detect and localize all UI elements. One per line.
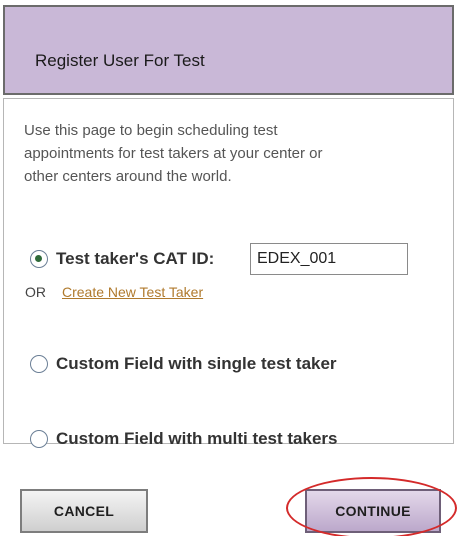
single-test-taker-label: Custom Field with single test taker <box>56 354 337 373</box>
multi-test-takers-radio[interactable] <box>30 430 48 448</box>
continue-button[interactable]: CONTINUE <box>305 489 441 533</box>
register-user-page: Register User For Test Use this page to … <box>0 0 460 536</box>
cat-id-radio[interactable] <box>30 250 48 268</box>
multi-test-takers-label: Custom Field with multi test takers <box>56 429 338 448</box>
page-title: Register User For Test <box>35 51 205 70</box>
or-label: OR <box>25 284 46 300</box>
create-new-test-taker-link[interactable]: Create New Test Taker <box>62 284 203 300</box>
cancel-button[interactable]: CANCEL <box>20 489 148 533</box>
intro-text: Use this page to begin scheduling test a… <box>24 122 323 185</box>
cat-id-input[interactable] <box>250 243 408 275</box>
single-test-taker-radio[interactable] <box>30 355 48 373</box>
cat-id-label: Test taker's CAT ID: <box>56 249 215 268</box>
page-header: Register User For Test <box>3 5 454 95</box>
